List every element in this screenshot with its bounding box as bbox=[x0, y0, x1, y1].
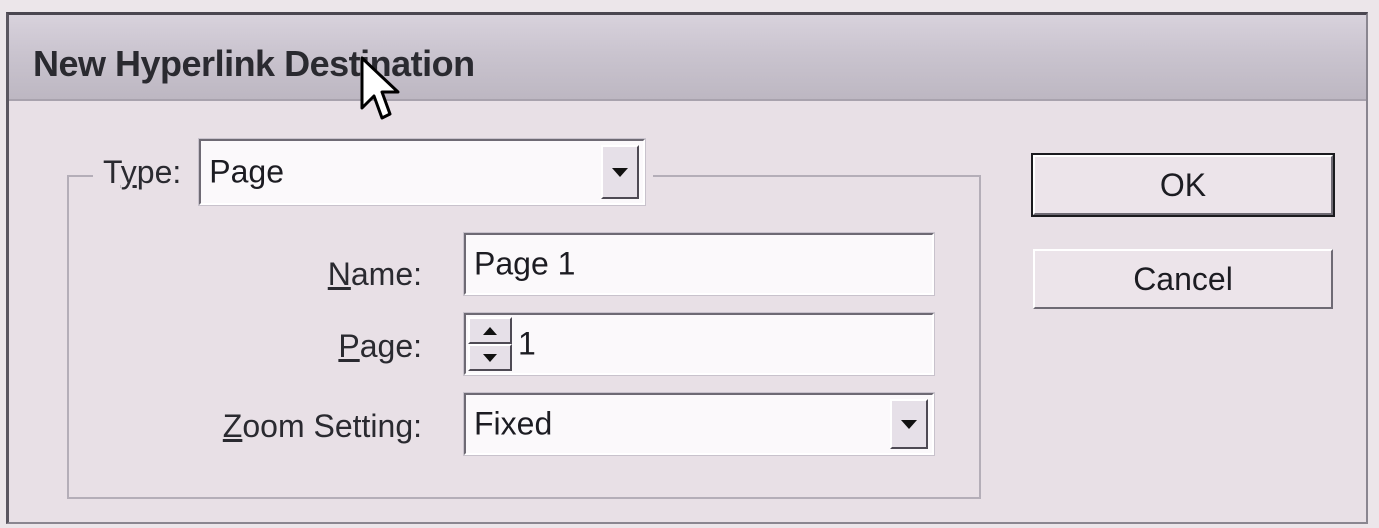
page-step-up-button[interactable] bbox=[468, 317, 512, 344]
page-label: Page: bbox=[338, 328, 422, 364]
page-stepper-buttons bbox=[468, 317, 512, 371]
type-row: Type: Page bbox=[93, 138, 654, 206]
name-input-value: Page 1 bbox=[474, 245, 576, 282]
chevron-down-icon bbox=[612, 167, 629, 177]
type-dropdown-value: Page bbox=[209, 153, 284, 190]
new-hyperlink-destination-dialog: New Hyperlink Destination Type: Page Nam… bbox=[6, 12, 1368, 524]
cancel-button[interactable]: Cancel bbox=[1033, 249, 1333, 309]
chevron-down-icon bbox=[901, 419, 917, 429]
zoom-setting-dropdown-button[interactable] bbox=[890, 399, 928, 449]
type-dropdown[interactable]: Page bbox=[198, 138, 647, 206]
page-stepper[interactable]: 1 bbox=[463, 312, 935, 376]
arrow-up-icon bbox=[483, 326, 497, 335]
name-label: Name: bbox=[327, 256, 422, 292]
arrow-down-icon bbox=[483, 353, 497, 362]
page-stepper-value: 1 bbox=[518, 325, 536, 362]
zoom-setting-value: Fixed bbox=[474, 405, 553, 442]
dialog-titlebar[interactable]: New Hyperlink Destination bbox=[9, 15, 1366, 101]
type-label: Type: bbox=[103, 153, 182, 190]
zoom-setting-label: Zoom Setting: bbox=[222, 408, 422, 444]
name-input[interactable]: Page 1 bbox=[463, 232, 935, 296]
type-dropdown-button[interactable] bbox=[601, 145, 640, 199]
zoom-setting-dropdown[interactable]: Fixed bbox=[463, 392, 935, 456]
dialog-title: New Hyperlink Destination bbox=[33, 43, 475, 84]
page-step-down-button[interactable] bbox=[468, 344, 512, 371]
mouse-pointer-icon bbox=[360, 56, 400, 120]
ok-button[interactable]: OK bbox=[1031, 153, 1335, 217]
